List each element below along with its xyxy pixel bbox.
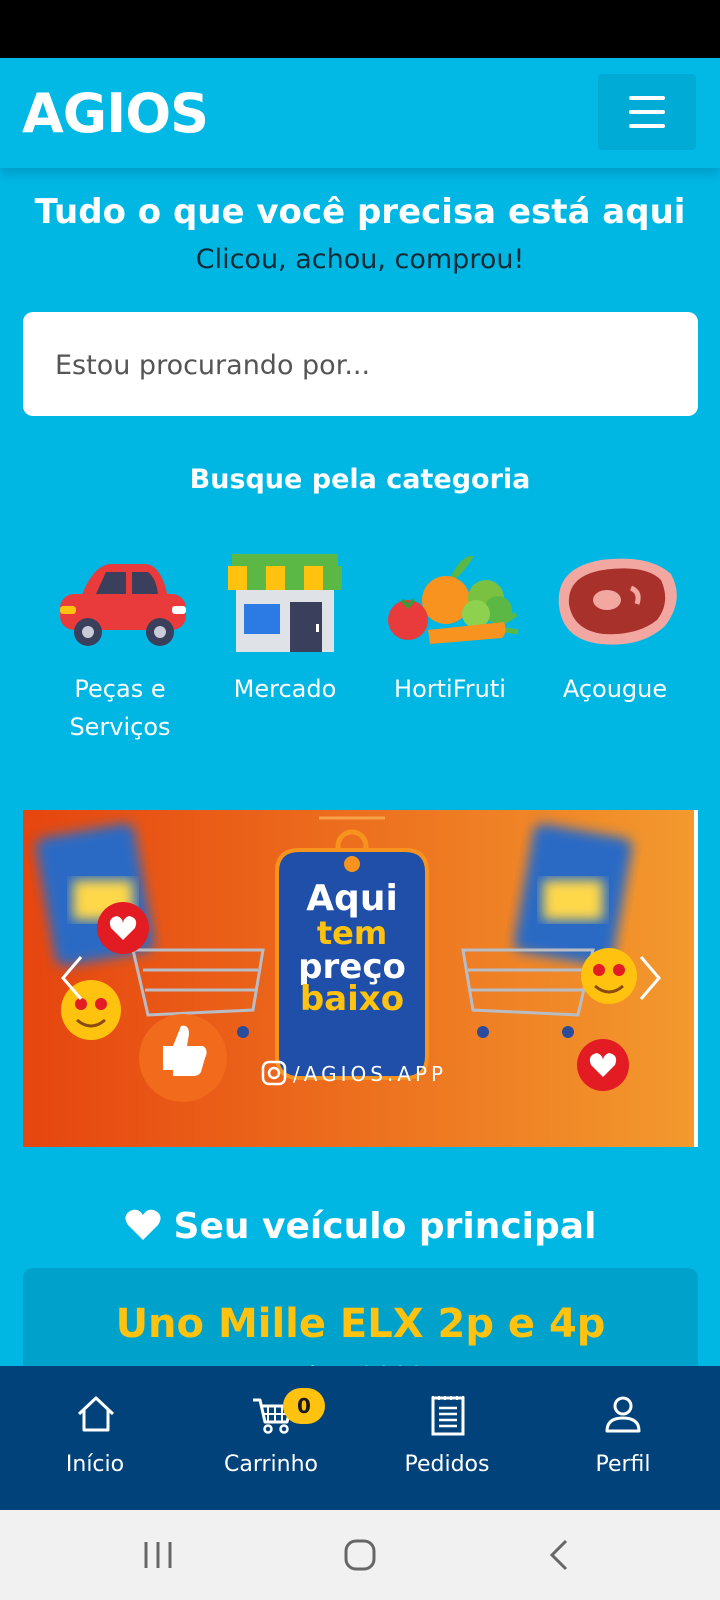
chevron-right-icon [639,956,661,1000]
search-box[interactable] [23,312,698,418]
hero-subtitle: Clicou, achou, comprou! [195,244,525,275]
category-label: Açougue [562,675,668,703]
nav-item-perfil[interactable]: Perfil [533,1366,713,1510]
nav-label: Carrinho [223,1452,318,1477]
back-button[interactable] [530,1532,590,1578]
nav-item-inicio[interactable]: Início [5,1366,185,1510]
app-header: AGIOS [0,58,720,168]
agios-logo[interactable]: AGIOS [22,84,209,144]
banner-artwork: Aqui tem preço baixo /AGIOS.APP [23,810,694,1147]
category-label: Mercado [233,675,337,703]
category-section-title: Busque pela categoria [189,464,531,495]
nav-label: Início [65,1452,125,1477]
promo-banner[interactable]: Aqui tem preço baixo /AGIOS.APP [23,810,698,1147]
chevron-left-icon [61,956,83,1000]
status-bar [0,0,720,58]
banner-social-handle: /AGIOS.APP [293,1062,447,1086]
cart-count-badge: 0 [283,1388,325,1424]
nav-item-pedidos[interactable]: Pedidos [357,1366,537,1510]
recent-apps-icon [144,1542,172,1568]
heart-icon [124,1209,161,1240]
category-label: HortiFruti [394,675,506,703]
hamburger-line [629,124,665,128]
vehicle-section-title-text: Seu veículo principal [173,1206,597,1247]
nav-label: Perfil [595,1452,651,1477]
hero-title: Tudo o que você precisa está aqui [34,192,686,232]
home-icon [77,1396,115,1432]
category-hortifruti[interactable]: HortiFruti [370,548,530,708]
carousel-prev-button[interactable] [52,938,92,1018]
carousel-next-button[interactable] [630,938,670,1018]
vehicle-name: Uno Mille ELX 2p e 4p [115,1301,606,1347]
recent-apps-button[interactable] [128,1532,188,1578]
category-mercado[interactable]: Mercado [205,548,365,708]
banner-line1: Aqui [306,878,398,919]
hamburger-line [629,110,665,114]
back-chevron-icon [549,1539,568,1571]
nav-item-carrinho[interactable]: 0 Carrinho [181,1366,361,1510]
receipt-icon [431,1396,465,1436]
category-pecas-servicos[interactable]: Peças e Serviços [40,548,200,746]
category-label: Peças e Serviços [69,675,171,741]
home-system-button[interactable] [330,1532,390,1578]
nav-label: Pedidos [404,1452,490,1477]
user-icon [605,1396,641,1433]
meat-icon [558,558,677,645]
bottom-nav: Início 0 Carrinho Pedidos Perfil [0,1366,720,1510]
home-circle-icon [344,1539,376,1571]
vegetables-icon [388,555,519,644]
system-navigation-bar [0,1510,720,1600]
vehicle-section-title: Seu veículo principal [0,1203,720,1251]
car-icon [60,564,186,646]
hamburger-menu-icon [629,96,665,100]
hamburger-menu-button[interactable] [598,74,696,150]
storefront-icon [228,554,342,652]
category-acougue[interactable]: Açougue [535,548,695,708]
banner-line4: baixo [300,979,404,1019]
search-input[interactable] [53,312,657,418]
